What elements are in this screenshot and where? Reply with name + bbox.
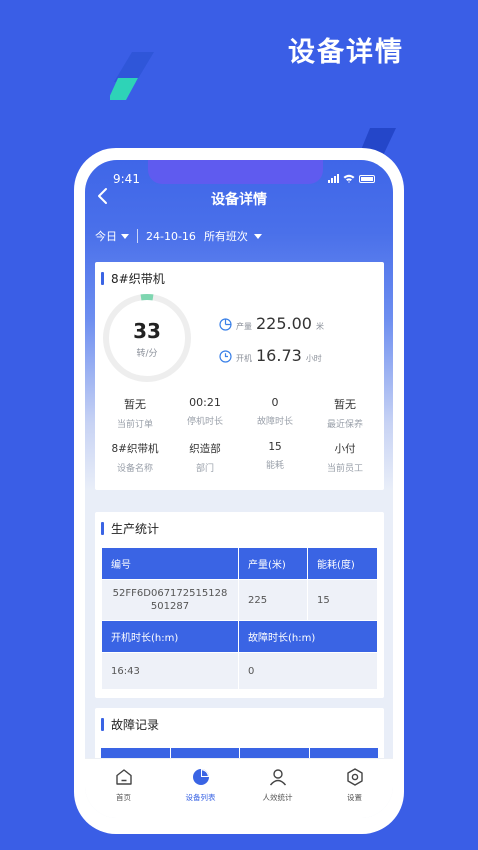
pie-chart-icon	[219, 318, 232, 331]
period-label: 今日	[95, 230, 117, 243]
stat-current-employee: 小付 当前员工	[326, 443, 363, 474]
tab-label: 设备列表	[185, 793, 216, 802]
section-marker	[101, 272, 104, 285]
stat-energy: 15 能耗	[265, 441, 284, 471]
table-cell: 15	[308, 580, 377, 620]
battery-icon	[359, 175, 375, 183]
runtime-unit: 小时	[305, 354, 322, 363]
table-cell-id: 52FF6D067172515128 501287	[102, 580, 238, 620]
stat-device-name: 8#织带机 设备名称	[111, 443, 159, 474]
speed-unit: 转/分	[136, 349, 158, 359]
tab-device-list[interactable]: 设备列表	[162, 759, 239, 818]
status-time: 9:41	[113, 172, 140, 186]
decor-stripe	[110, 52, 154, 100]
tab-settings[interactable]: 设置	[316, 759, 393, 818]
tab-bar: 首页 设备列表 人效统计 设置	[85, 758, 393, 818]
table-cell: 16:43	[102, 653, 238, 689]
divider	[137, 229, 138, 243]
stat-department: 织造部 部门	[189, 443, 221, 474]
table-row: 52FF6D067172515128 501287 225 15	[102, 580, 377, 620]
stat-downtime: 00:21 停机时长	[186, 396, 223, 427]
date-picker[interactable]: 24-10-16	[146, 230, 196, 243]
table-header: 能耗(度)	[308, 548, 377, 579]
production-table: 编号 产量(米) 能耗(度) 52FF6D067172515128 501287 …	[101, 547, 378, 690]
section-title: 生产统计	[111, 522, 160, 536]
settings-icon	[346, 768, 363, 786]
tab-label: 人效统计	[262, 793, 293, 802]
stat-last-maintenance: 暂无 最近保养	[326, 398, 363, 430]
output-unit: 米	[315, 322, 324, 331]
table-header: 开机时长(h:m)	[102, 621, 238, 652]
output-label: 产量	[236, 322, 252, 331]
production-card: 生产统计 编号 产量(米) 能耗(度) 52FF6D067172515128 50…	[95, 512, 384, 698]
runtime-value: 16.73	[256, 346, 302, 365]
phone-notch	[148, 160, 323, 184]
chevron-down-icon	[253, 234, 262, 239]
wifi-icon	[343, 174, 355, 183]
page-title: 设备详情	[211, 192, 267, 208]
app-screen: 9:41 设备详情 今日 24-10-16 所有班次 8#织带机 33 转/分	[85, 160, 393, 818]
device-card: 8#织带机 33 转/分 产量 225.00 米 开机 16.73 小时 暂无当…	[95, 262, 384, 490]
table-header: 产量(米)	[239, 548, 307, 579]
section-title: 故障记录	[111, 718, 160, 732]
runtime-label: 开机	[236, 354, 252, 363]
section-marker	[101, 522, 104, 535]
table-cell: 0	[239, 653, 377, 689]
user-icon	[269, 769, 286, 786]
speed-value: 33	[133, 319, 161, 343]
section-marker	[101, 718, 104, 731]
status-icons	[328, 174, 375, 183]
stat-fault-time: 0 故障时长	[256, 396, 293, 427]
chevron-down-icon	[121, 234, 129, 239]
table-cell: 225	[239, 580, 307, 620]
tab-efficiency[interactable]: 人效统计	[239, 759, 316, 818]
table-header: 编号	[102, 548, 238, 579]
tab-home[interactable]: 首页	[85, 759, 162, 818]
date-label: 24-10-16	[146, 229, 196, 243]
period-select[interactable]: 今日	[95, 228, 129, 244]
table-header-row: 编号 产量(米) 能耗(度)	[102, 548, 377, 579]
filter-bar: 今日 24-10-16 所有班次	[95, 228, 262, 244]
runtime-metric: 开机 16.73 小时	[219, 346, 322, 365]
tab-label: 设置	[347, 793, 362, 802]
table-header: 故障时长(h:m)	[239, 621, 377, 652]
promo-title: 设备详情	[288, 37, 404, 68]
output-metric: 产量 225.00 米	[219, 314, 324, 333]
device-name: 8#织带机	[111, 272, 165, 286]
home-icon	[115, 769, 132, 785]
clock-icon	[219, 350, 232, 363]
stat-current-order: 暂无 当前订单	[116, 398, 153, 430]
shift-select[interactable]: 所有班次	[204, 228, 262, 244]
pie-chart-icon	[192, 769, 209, 785]
table-row: 16:43 0	[102, 653, 377, 689]
shift-label: 所有班次	[203, 230, 248, 243]
table-header-row: 开机时长(h:m) 故障时长(h:m)	[102, 621, 377, 652]
tab-label: 首页	[116, 793, 131, 802]
signal-icon	[328, 174, 339, 183]
output-value: 225.00	[256, 314, 312, 333]
